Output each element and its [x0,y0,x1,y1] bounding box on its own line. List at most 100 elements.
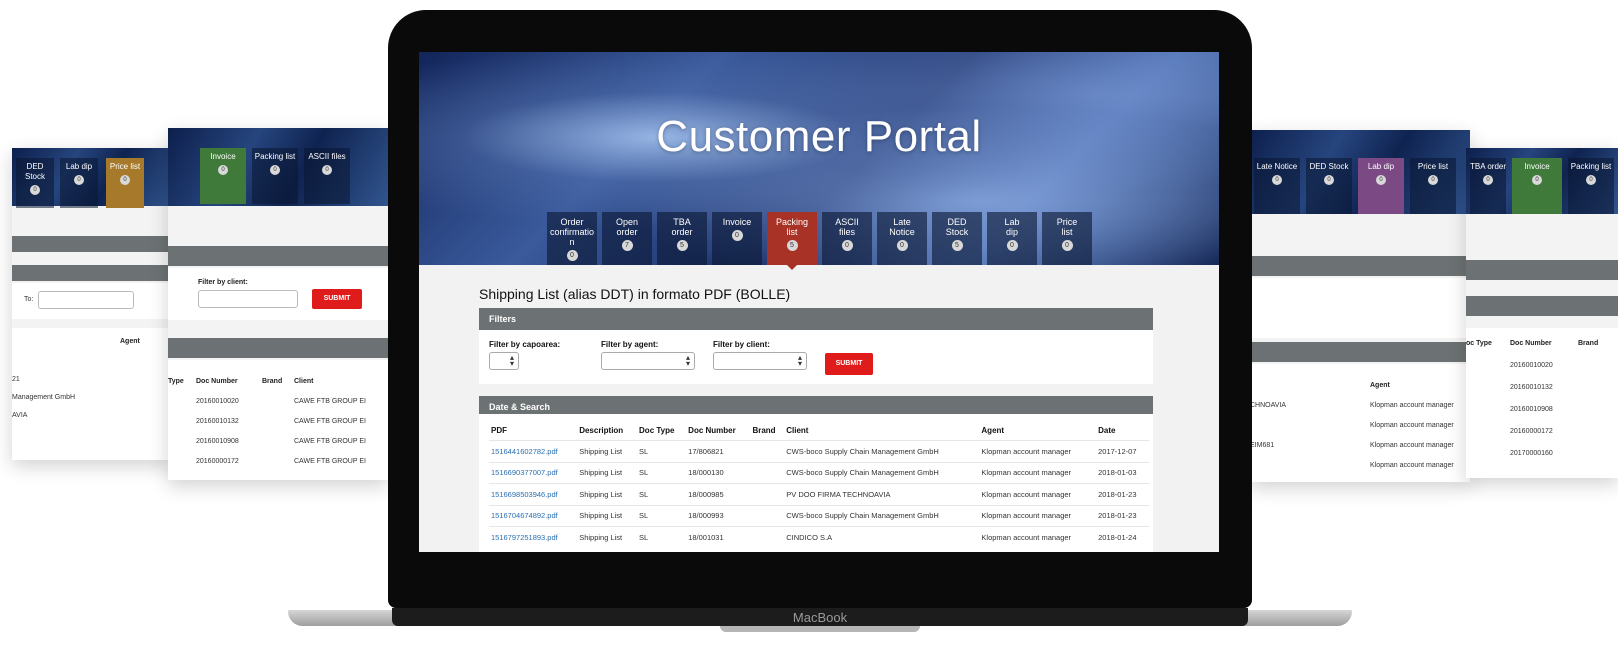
column-header: Doc Number [688,425,736,435]
table-cell: Shipping List [577,483,638,505]
table-cell: Klopman account manager [1370,442,1454,449]
nav-tab-label: TBA [673,217,691,227]
nav-tab-label: Late [893,217,911,227]
nav-tab-label: Packing [775,217,809,227]
nav-tab[interactable]: Late Notice 0 [877,212,927,265]
nav-tab[interactable]: ASCII files 0 [822,212,872,265]
nav-tab[interactable]: DED Stock 5 [932,212,982,265]
table-cell: CAWE FTB GROUP EI [294,398,366,405]
table-cell: SL [637,504,687,527]
table-cell: 20160010132 [196,418,239,425]
nav-tab-label: Notice [889,227,915,237]
nav-tab-label: list [1061,227,1073,237]
nav-tab-label: Open [615,217,639,227]
table-cell: Shipping List [577,440,638,462]
panel-tab[interactable]: Invoice 0 [200,148,246,204]
nav-tab-label: confirmatio [549,227,594,237]
tab-count-badge: 0 [74,175,84,185]
panel-tab[interactable]: DED Stock 0 [1306,158,1352,214]
nav-tab[interactable]: Price list 0 [1042,212,1092,265]
tab-label: DED Stock [1309,162,1349,171]
table-cell: 20170000160 [1510,450,1553,457]
nav-tab-label: Order [560,217,584,227]
nav-tab[interactable]: Lab dip 0 [987,212,1037,265]
table-cell: 18/000993 [686,504,751,527]
pdf-link[interactable]: 1516704674892.pdf [489,504,578,527]
shipping-list-table: PDF Description Doc Type Doc Number Brand Cli… [489,420,1149,548]
table-cell: 18/000130 [686,461,751,484]
section-bar [168,246,388,266]
table-cell: 2018-01-23 [1096,483,1149,505]
table-cell: PV DOO FIRMA TECHNOAVIA [784,483,980,505]
nav-tab-label: n [569,237,575,247]
filter-agent-select[interactable]: ▴ ▾ [601,352,695,370]
table-cell: SL [637,461,687,484]
filters-panel: Filter by capoarea: ▴ ▾ Filter by agent: … [479,330,1153,384]
tab-label: TBA order [1470,162,1507,171]
nav-tab[interactable]: Open order 7 [602,212,652,265]
pdf-link[interactable]: 1516441602782.pdf [489,440,578,462]
table-cell: 20160000172 [196,458,239,465]
column-header: Brand [1578,340,1599,347]
panel-tab[interactable]: Price list 0 [106,158,144,208]
pdf-link[interactable]: 1516690377007.pdf [489,461,578,484]
column-header: Brand [262,378,283,385]
tab-count-badge: 0 [30,185,40,195]
to-date-input[interactable] [38,291,134,309]
nav-tab[interactable]: Invoice 0 [712,212,762,265]
filter-client-select[interactable] [198,290,298,308]
column-header: Doc Number [196,378,238,385]
table-cell [750,461,785,484]
panel-tab[interactable]: Price list 0 [1410,158,1456,214]
table-cell: 20160000172 [1510,428,1553,435]
nav-tab-count-badge: 7 [621,240,633,251]
table-cell: 2018-01-03 [1096,461,1149,484]
panel-tab[interactable]: Late Notice 0 [1254,158,1300,214]
tab-label: Lab dip [1367,162,1395,171]
laptop-brand-label: MacBook [792,610,848,625]
table-cell: Management GmbH [12,394,76,401]
panel-tab[interactable]: ASCII files 0 [304,148,350,204]
nav-tab-count-badge: 0 [1061,240,1073,251]
pdf-link[interactable]: 1516797251893.pdf [489,526,578,548]
submit-button[interactable]: SUBMIT [312,289,362,309]
table-cell: CINDICO S.A [784,526,980,548]
table-cell: 20160010908 [196,438,239,445]
nav-tab-label: order [671,227,693,237]
pdf-link[interactable]: 1516698503946.pdf [489,483,578,505]
panel-tab[interactable]: Packing list 0 [1568,158,1614,214]
panel-tab[interactable]: TBA order 0 [1470,158,1506,214]
table-cell: Shipping List [577,526,638,548]
tab-count-badge: 0 [1376,175,1386,185]
submit-button[interactable]: SUBMIT [825,353,873,375]
nav-tab[interactable]: TBA order 5 [657,212,707,265]
panel-tab[interactable]: Lab dip 0 [1358,158,1404,214]
tab-count-badge: 0 [1586,175,1596,185]
filter-client-select[interactable]: ▴ ▾ [713,352,807,370]
table-cell: CAWE FTB GROUP EI [294,418,366,425]
column-header: Client [294,378,314,385]
nav-tab-label: dip [1005,227,1018,237]
tab-label: ASCII files [308,152,346,161]
panel-tab[interactable]: Invoice 0 [1512,158,1562,214]
panel-tab[interactable]: Lab dip 0 [60,158,98,208]
table-cell [750,504,785,527]
hero-banner: Customer Portal [419,52,1219,265]
table-cell: CWS-boco Supply Chain Management GmbH [784,504,980,527]
panel-tab[interactable]: DED Stock 0 [16,158,54,208]
section-bar [12,236,172,252]
filter-capoarea-select[interactable]: ▴ ▾ [489,352,519,370]
agent-column-header: Agent [120,338,140,345]
panel-tab[interactable]: Packing list 0 [252,148,298,204]
nav-tab[interactable]: Order confirmatio n 0 [547,212,597,265]
tab-label: Invoice [210,152,236,161]
table-row: 1516704674892.pdf Shipping List SL 18/00099… [489,504,1149,527]
nav-tab-label: list [786,227,798,237]
page-title: Shipping List (alias DDT) in formato PDF… [479,286,791,302]
table-cell: Shipping List [577,504,638,527]
laptop-notch [720,626,920,632]
filter-area [1250,278,1470,338]
table-cell: 20160010908 [1510,406,1553,413]
nav-tab[interactable]: Packing list 5 [767,212,817,270]
tab-count-badge: 0 [1428,175,1438,185]
